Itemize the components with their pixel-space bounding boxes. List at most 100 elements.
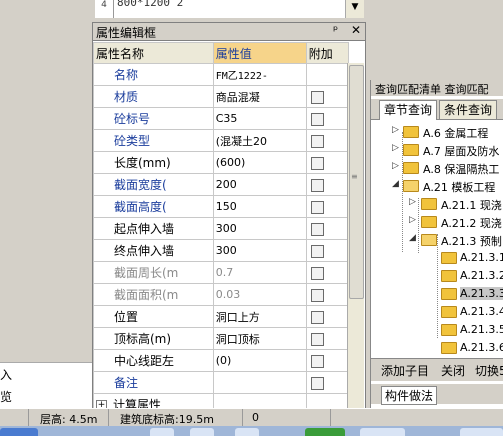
tree-item[interactable]: A.21.3.2	[371, 267, 503, 285]
prop-name: 砼标号	[93, 107, 214, 130]
table-row: 截面周长(m 0.7	[93, 261, 350, 284]
prop-value[interactable]: (600)	[212, 151, 307, 174]
query-panel-footer: 构件做法	[371, 384, 503, 405]
base-elevation: 建筑底标高:19.5m	[120, 413, 214, 426]
extra-checkbox[interactable]	[310, 90, 324, 104]
table-row: 名称 FM乙1222-	[93, 63, 350, 86]
extra-checkbox[interactable]	[310, 376, 324, 390]
tree-item-label: A.21.3.4	[460, 305, 503, 318]
tree-collapsed-icon[interactable]: ▷	[409, 197, 416, 207]
prop-value[interactable]: (混凝土20	[212, 129, 307, 152]
tab-condition-query[interactable]: 条件查询	[439, 100, 498, 119]
extra-checkbox[interactable]	[310, 244, 324, 258]
table-row: 顶标高(m) 洞口顶标	[93, 327, 350, 350]
prop-value[interactable]: 洞口顶标	[212, 327, 307, 350]
tree-collapsed-icon[interactable]: ▷	[409, 215, 416, 225]
tree-collapsed-icon[interactable]: ▷	[392, 143, 399, 153]
folder-icon	[403, 144, 419, 156]
tree-item[interactable]: ◢ A.21.3 预制	[371, 231, 503, 249]
prop-name: 截面宽度(	[93, 173, 214, 196]
prop-name: 中心线距左	[93, 349, 214, 372]
taskbar-button[interactable]	[360, 428, 405, 436]
status-divider	[108, 409, 109, 426]
query-panel-header: 查询匹配清单 查询匹配	[371, 80, 503, 96]
prop-extra-cell	[305, 63, 350, 86]
switch-button[interactable]: 切换5	[475, 362, 503, 379]
pin-icon[interactable]: ᵖ	[333, 23, 338, 37]
table-row: 中心线距左 (0)	[93, 349, 350, 372]
extra-checkbox[interactable]	[310, 134, 324, 148]
panel-title: 属性编辑框	[96, 26, 157, 40]
table-row: 备注	[93, 371, 350, 394]
query-header-text[interactable]: 查询匹配清单 查询匹配	[375, 81, 489, 97]
prop-value[interactable]: 150	[212, 195, 307, 218]
close-button[interactable]: 关闭	[441, 362, 465, 379]
tree-item[interactable]: A.21.3.6	[371, 339, 503, 357]
prop-value[interactable]: 洞口上方	[212, 305, 307, 328]
tree-item-label: A.21.1 现浇	[441, 199, 502, 212]
tree-item[interactable]: ◢ A.21 模板工程	[371, 177, 503, 195]
tree-item[interactable]: ▷ A.8 保温隔热工	[371, 159, 503, 177]
tree-item[interactable]: A.21.3.5	[371, 321, 503, 339]
tree-item-selected[interactable]: A.21.3.3	[371, 285, 503, 303]
prop-value[interactable]: 商品混凝	[212, 85, 307, 108]
taskbar-button[interactable]	[0, 428, 38, 436]
tree-item[interactable]: A.21.3.4	[371, 303, 503, 321]
prop-value[interactable]: (0)	[212, 349, 307, 372]
extra-checkbox[interactable]	[310, 288, 324, 302]
folder-icon	[403, 126, 419, 138]
folder-icon	[441, 324, 457, 336]
prop-value[interactable]: 200	[212, 173, 307, 196]
extra-checkbox[interactable]	[310, 178, 324, 192]
taskbar-button[interactable]	[235, 428, 259, 436]
tree-item[interactable]: ▷ A.6 金属工程	[371, 123, 503, 141]
tab-chapter-query[interactable]: 章节查询	[379, 100, 438, 120]
tab-component-method[interactable]: 构件做法	[381, 386, 438, 405]
extra-checkbox[interactable]	[310, 156, 324, 170]
extra-checkbox[interactable]	[310, 200, 324, 214]
prop-value[interactable]: C35	[212, 107, 307, 130]
prop-value[interactable]: FM乙1222-	[212, 63, 307, 86]
tree-item[interactable]: A.21.3.1	[371, 249, 503, 267]
tree-expanded-icon[interactable]: ◢	[409, 233, 416, 243]
taskbar-button[interactable]	[150, 428, 174, 436]
status-divider	[242, 409, 243, 426]
tree-item-label: A.21 模板工程	[423, 181, 496, 194]
extra-checkbox[interactable]	[310, 332, 324, 346]
extra-checkbox[interactable]	[310, 112, 324, 126]
tree-item[interactable]: ▷ A.7 屋面及防水	[371, 141, 503, 159]
prop-name: 名称	[93, 63, 214, 86]
tree-item[interactable]: ▷ A.21.2 现浇	[371, 213, 503, 231]
tree-item[interactable]: ▷ A.21.1 现浇	[371, 195, 503, 213]
tree-collapsed-icon[interactable]: ▷	[392, 161, 399, 171]
extra-checkbox[interactable]	[310, 222, 324, 236]
add-child-button[interactable]: 添加子目	[381, 362, 429, 379]
tree-item-label: A.6 金属工程	[423, 127, 489, 140]
prop-name: 截面面积(m	[93, 283, 214, 306]
prop-name: 截面周长(m	[93, 261, 214, 284]
left-frag-line1[interactable]: 入	[0, 366, 12, 383]
table-row: 砼标号 C35	[93, 107, 350, 130]
query-tabs: 章节查询 条件查询	[371, 99, 503, 120]
extra-checkbox[interactable]	[310, 266, 324, 280]
scroll-thumb[interactable]	[349, 65, 364, 299]
prop-value: 0.03	[212, 283, 307, 306]
prop-value[interactable]	[212, 371, 307, 394]
taskbar-button[interactable]	[190, 428, 214, 436]
scroll-down-arrow-icon[interactable]: ▼	[345, 0, 364, 18]
prop-value[interactable]: 300	[212, 239, 307, 262]
prop-value[interactable]: 300	[212, 217, 307, 240]
folder-icon	[441, 306, 457, 318]
taskbar-button[interactable]	[460, 428, 503, 436]
property-table: 属性名称 属性值 附加 名称 FM乙1222- 材质 商品混凝 砼标号 C35	[93, 42, 350, 416]
property-scrollbar[interactable]: ≡	[347, 63, 364, 408]
tree-collapsed-icon[interactable]: ▷	[392, 125, 399, 135]
tree-item-label: A.21.3.1	[460, 251, 503, 264]
taskbar-button[interactable]	[305, 428, 345, 436]
close-icon[interactable]: ✕	[351, 23, 361, 37]
left-frag-line2[interactable]: 览	[0, 388, 12, 405]
folder-icon	[421, 216, 437, 228]
tree-expanded-icon[interactable]: ◢	[392, 179, 399, 189]
extra-checkbox[interactable]	[310, 354, 324, 368]
extra-checkbox[interactable]	[310, 310, 324, 324]
